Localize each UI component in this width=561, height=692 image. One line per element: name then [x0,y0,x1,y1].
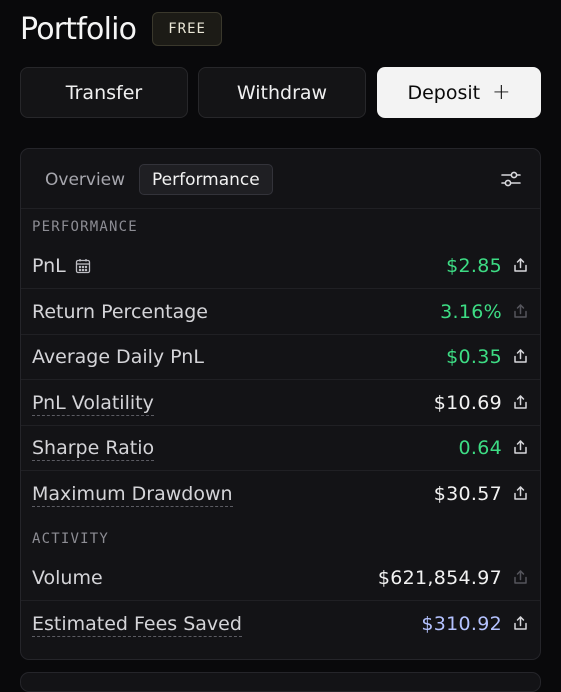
performance-card: Overview Performance PERFORMANCE PnL $2.8… [20,148,541,660]
metric-value: $0.35 [446,346,502,368]
metric-label-text: Average Daily PnL [32,346,204,368]
page-title: Portfolio [20,11,137,47]
metric-value: 3.16% [440,300,502,323]
metric-label-text: Volume [32,567,103,589]
metric-label: PnL [32,255,91,277]
metric-label-text: PnL Volatility [32,391,154,416]
metric-row: Average Daily PnL $0.35 [21,335,540,380]
metric-label-text: Estimated Fees Saved [32,612,242,637]
metric-row: PnL Volatility $10.69 [21,381,540,426]
activity-section-label: ACTIVITY [32,531,110,547]
metric-label-text: Maximum Drawdown [32,482,233,507]
share-icon[interactable] [513,569,528,585]
sliders-icon[interactable] [500,168,522,190]
action-buttons: Transfer Withdraw Deposit + [20,67,541,118]
calendar-icon[interactable] [75,258,91,274]
metric-row: Estimated Fees Saved $310.92 [21,602,540,647]
metric-label[interactable]: Estimated Fees Saved [32,613,242,637]
plan-badge: FREE [152,12,222,46]
transfer-button[interactable]: Transfer [20,67,188,118]
metric-row: Maximum Drawdown $30.57 [21,472,540,517]
metric-label[interactable]: PnL Volatility [32,392,154,416]
share-icon[interactable] [513,485,528,501]
page-header: Portfolio FREE [20,10,222,48]
metric-label[interactable]: Maximum Drawdown [32,483,233,507]
metric-row: PnL $2.85 [21,244,540,289]
withdraw-button[interactable]: Withdraw [198,67,366,118]
metric-label: Return Percentage [32,301,208,323]
metric-label-text: Return Percentage [32,300,208,323]
performance-section-label: PERFORMANCE [32,219,138,235]
deposit-button-label: Deposit [407,81,481,104]
deposit-button[interactable]: Deposit + [377,67,541,118]
metric-row: Volume $621,854.97 [21,556,540,601]
share-icon[interactable] [513,615,528,631]
metric-label[interactable]: Sharpe Ratio [32,437,155,461]
share-icon[interactable] [513,348,528,364]
metric-label-text: PnL [32,255,66,277]
metric-value: $10.69 [433,391,502,414]
tab-bar: Overview Performance [21,149,540,209]
metric-label: Volume [32,567,103,589]
share-icon[interactable] [513,394,528,410]
tab-performance[interactable]: Performance [139,164,273,195]
metric-value: 0.64 [458,437,502,459]
tab-overview[interactable]: Overview [45,164,125,195]
metric-value: $30.57 [433,482,502,505]
next-card [20,672,541,692]
metric-row: Return Percentage 3.16% [21,290,540,335]
metric-value: $310.92 [421,612,502,635]
metric-value: $2.85 [446,255,502,277]
metric-value: $621,854.97 [377,567,502,589]
withdraw-button-label: Withdraw [236,81,328,104]
metric-label-text: Sharpe Ratio [32,437,155,461]
metric-row: Sharpe Ratio 0.64 [21,426,540,471]
share-icon[interactable] [513,257,528,273]
transfer-button-label: Transfer [65,81,143,104]
share-icon[interactable] [513,303,528,319]
plus-icon: + [492,80,511,105]
metric-label: Average Daily PnL [32,346,204,368]
share-icon[interactable] [513,439,528,455]
